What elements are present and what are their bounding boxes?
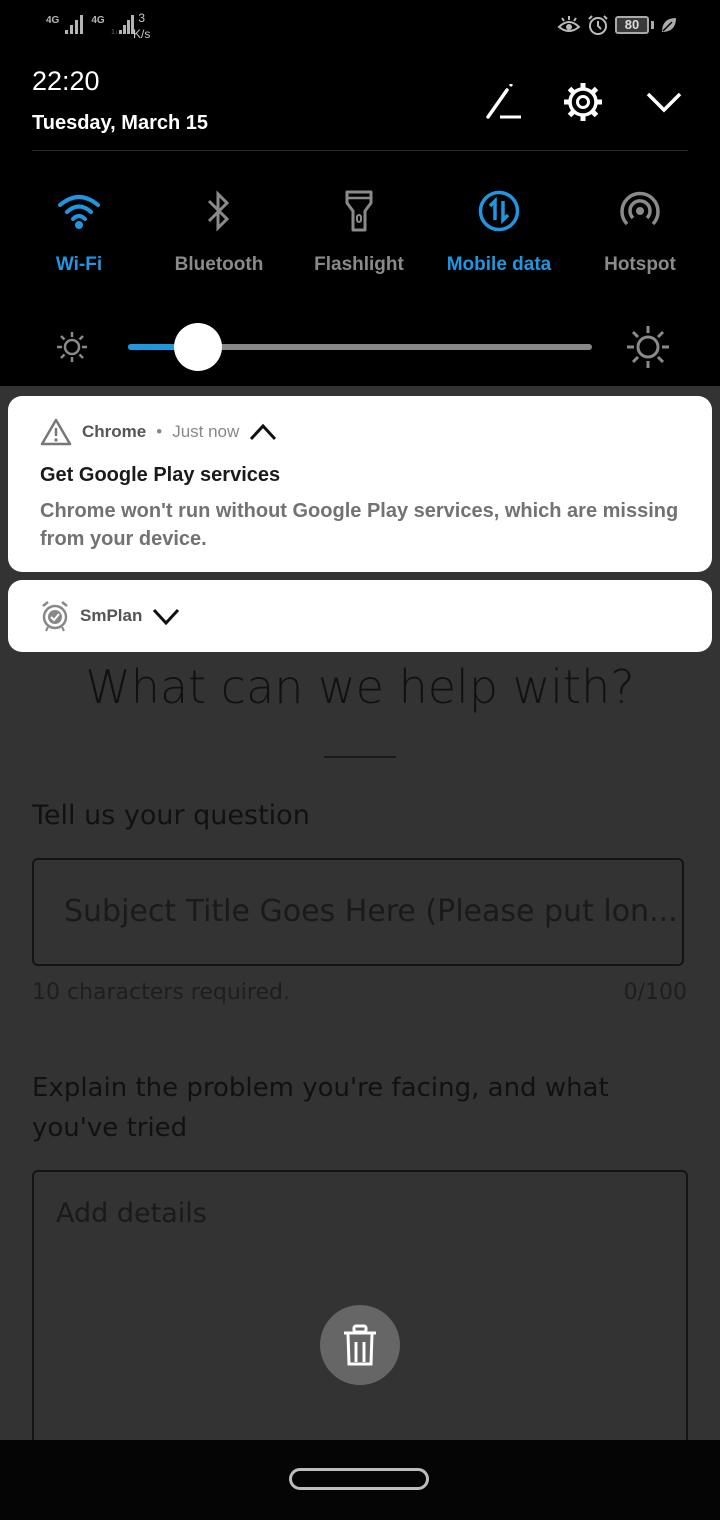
notification-app-name: SmPlan [80,606,143,625]
eye-comfort-icon [557,16,581,32]
alarm-icon [588,15,608,35]
tile-label: Mobile data [446,254,552,275]
warning-triangle-icon [40,418,72,446]
header-divider [32,150,688,151]
bluetooth-icon [207,190,230,232]
notification-header: Chrome • Just now [40,418,277,446]
speed-value: 3 [138,11,146,25]
help-page-title: What can we help with? [85,660,635,714]
tile-mobile-data[interactable]: Mobile data [429,186,569,276]
battery-icon: 80 [615,16,649,34]
status-bar-right: 80 [557,14,678,36]
tile-label: Hotspot [604,254,676,275]
signal-sim1-icon [65,15,84,34]
expand-notification-icon[interactable] [152,607,180,625]
home-gesture-handle[interactable] [289,1468,429,1490]
tile-bluetooth[interactable]: Bluetooth [149,186,289,276]
navigation-bar [0,1440,720,1520]
subject-input[interactable]: Subject Title Goes Here (Please put lon.… [32,858,684,966]
brightness-slider[interactable] [128,323,592,371]
notification-time: Just now [172,422,240,441]
alarm-clock-check-icon [42,601,68,632]
details-placeholder: Add details [56,1198,207,1229]
clock: 22:20 [32,66,100,96]
collapse-notification-icon[interactable] [249,423,277,441]
wifi-icon [58,195,100,229]
tile-label: Flashlight [314,254,404,275]
battery-tip [651,21,654,29]
brightness-high-icon [627,326,669,368]
power-saving-leaf-icon [662,18,676,32]
status-bar-left: 4G 4G 1↓ [46,10,137,36]
tile-wifi[interactable]: Wi-Fi [9,186,149,276]
title-divider [324,756,396,758]
header-separator: • [156,422,163,441]
sim1-network-type: 4G [46,15,60,26]
notification-body: Chrome won't run without Google Play ser… [40,500,679,550]
notification-app-name: Chrome [82,422,147,441]
tile-label: Wi-Fi [55,254,103,275]
collapse-chevron-icon [646,92,682,113]
notification-title: Get Google Play services [40,464,281,486]
sim2-network-type: 4G [91,15,105,26]
svg-text:1↓: 1↓ [111,29,118,36]
helper-text: 10 characters required. [32,980,290,1005]
flashlight-icon [345,190,373,232]
brightness-slider-thumb[interactable] [174,323,222,371]
settings-gear-icon [564,83,602,121]
delete-button[interactable] [320,1305,400,1385]
tile-hotspot[interactable]: Hotspot [570,186,710,276]
notification-chrome[interactable]: Chrome • Just now Get Google Play servic… [8,396,712,572]
date: Tuesday, March 15 [32,112,208,134]
notification-smplan[interactable]: SmPlan [8,580,712,652]
question-label: Tell us your question [32,800,310,831]
speed-unit: K/s [133,27,151,41]
collapse-shade-button[interactable] [644,82,684,122]
tile-label: Bluetooth [174,254,264,275]
edit-pencil-icon [486,84,521,119]
edit-tiles-button[interactable] [484,82,524,122]
tile-flashlight[interactable]: Flashlight [289,186,429,276]
char-counter: 0/100 [623,980,687,1005]
mobile-data-icon [478,190,520,232]
brightness-low-icon [57,332,87,362]
hotspot-icon [620,191,660,226]
notification-header: SmPlan [40,600,180,632]
settings-button[interactable] [563,82,603,122]
network-speed: 3 K/s [133,10,150,42]
notification-shade: 4G 4G 1↓ 3 K/s 80 22:20 Tuesday, March 1… [0,0,720,386]
trash-icon [344,1324,376,1366]
subject-placeholder: Subject Title Goes Here (Please put lon.… [64,894,678,929]
explain-label: Explain the problem you're facing, and w… [32,1073,609,1143]
